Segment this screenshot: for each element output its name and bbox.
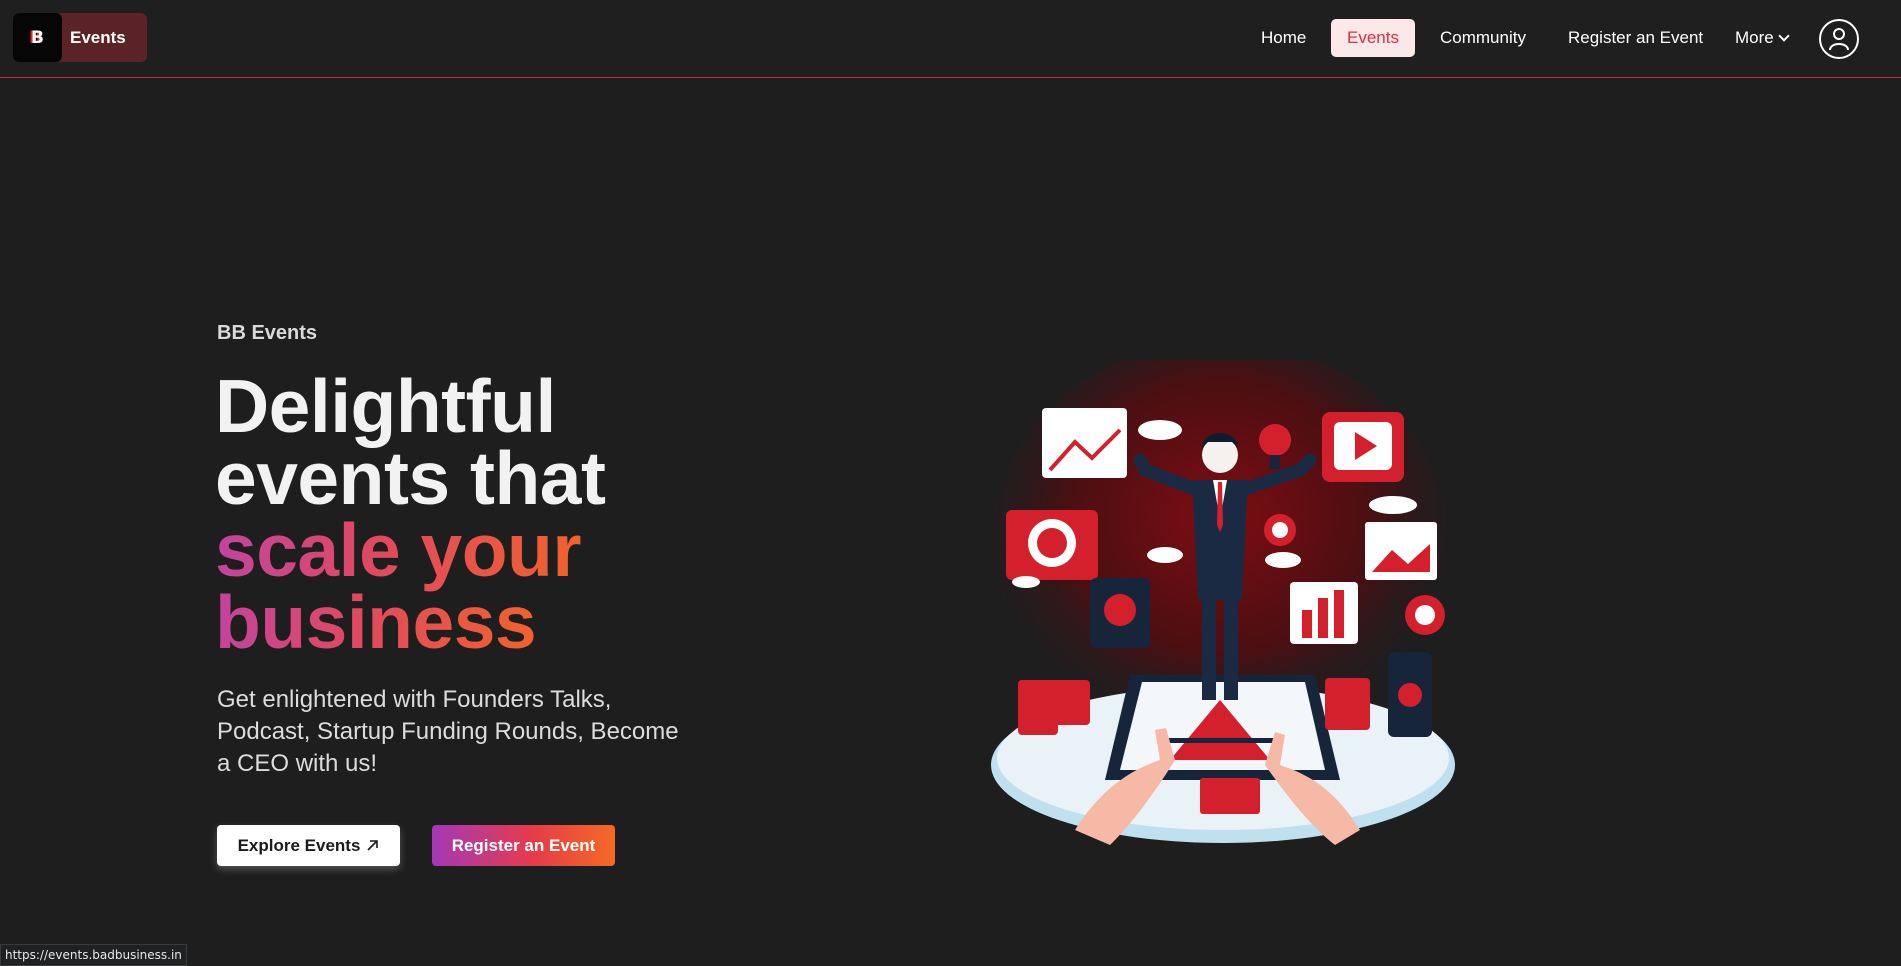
- hero-subtitle: Get enlightened with Founders Talks, Pod…: [217, 686, 679, 777]
- brand-label: Events: [70, 27, 126, 47]
- brand-logo: B: [13, 13, 62, 62]
- brand-home-link[interactable]: B Events: [13, 13, 147, 62]
- headline-line-2: events that: [215, 436, 606, 520]
- nav-register-event[interactable]: Register an Event: [1552, 19, 1719, 57]
- hero-headline: Delightful events that scale your busine…: [215, 364, 815, 660]
- user-account-button[interactable]: [1819, 19, 1859, 59]
- top-navbar: B Events Home Events Community Register …: [0, 0, 1901, 78]
- register-event-button[interactable]: Register an Event: [432, 825, 615, 866]
- nav-home[interactable]: Home: [1245, 19, 1322, 57]
- user-icon: [1829, 28, 1849, 51]
- arrow-up-right-icon: [367, 840, 379, 851]
- business-illustration: [990, 360, 1455, 845]
- headline-line-1: Delightful: [215, 364, 556, 448]
- hero-eyebrow: BB Events: [217, 322, 318, 344]
- status-bar-url: https://events.badbusiness.in: [0, 944, 187, 966]
- explore-events-button[interactable]: Explore Events: [217, 825, 400, 866]
- explore-events-label: Explore Events: [237, 835, 361, 855]
- chevron-down-icon: [1778, 29, 1790, 42]
- nav-community[interactable]: Community: [1424, 19, 1542, 57]
- nav-events[interactable]: Events: [1331, 19, 1415, 57]
- register-event-label: Register an Event: [451, 835, 596, 855]
- nav-more-dropdown[interactable]: More: [1719, 19, 1804, 57]
- headline-accent-line-2: business: [215, 580, 537, 664]
- nav-more-label: More: [1735, 28, 1774, 47]
